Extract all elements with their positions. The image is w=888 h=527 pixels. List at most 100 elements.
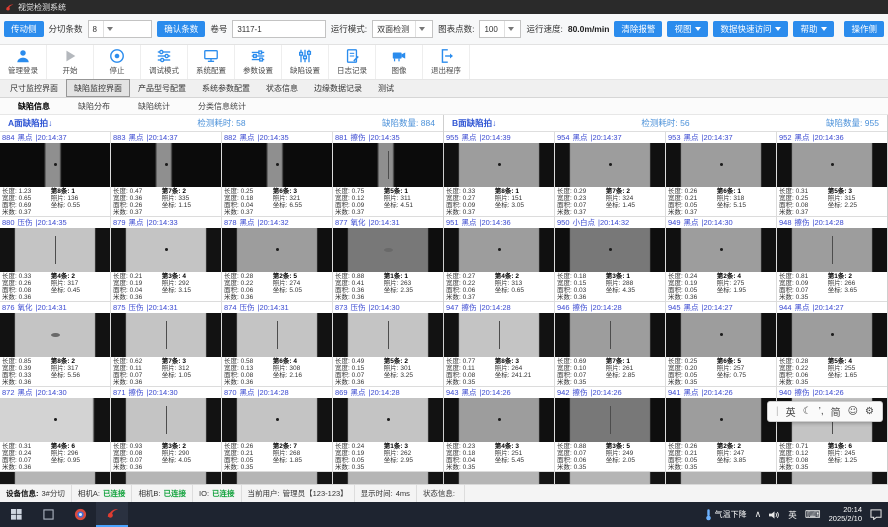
tab-6[interactable]: 测试 <box>370 79 402 97</box>
browser-taskbar-button[interactable] <box>64 502 96 527</box>
subtab-0[interactable]: 缺陷信息 <box>4 99 64 114</box>
action-exit-button[interactable]: 退出程序 <box>423 45 470 79</box>
notification-center-icon[interactable] <box>870 509 882 520</box>
quick-access-menu-button[interactable]: 数据快速访问 <box>713 21 788 38</box>
defect-cell[interactable]: 952黑点|20:14:36长度: 0.31宽度: 0.25面积: 0.08米数… <box>777 132 887 216</box>
ime-moon-icon[interactable]: ☾ <box>803 406 812 417</box>
defect-time: |20:14:31 <box>36 303 67 312</box>
subtab-2[interactable]: 缺陷统计 <box>124 99 184 114</box>
defect-cell[interactable]: 948擦伤|20:14:28长度: 0.81宽度: 0.09面积: 0.07米数… <box>777 217 887 301</box>
defect-cell[interactable]: 874压伤|20:14:31长度: 0.58宽度: 0.13面积: 0.08米数… <box>222 302 332 386</box>
defect-cell[interactable]: 884黑点|20:14:37长度: 1.23宽度: 0.65面积: 0.69米数… <box>0 132 110 216</box>
action-sliders-v-button[interactable]: 缺陷设置 <box>282 45 329 79</box>
defect-cell[interactable]: 875压伤|20:14:31长度: 0.62宽度: 0.11面积: 0.07米数… <box>111 302 221 386</box>
defect-cell[interactable]: 876氧化|20:14:31长度: 0.85宽度: 0.39面积: 0.33米数… <box>0 302 110 386</box>
defect-measurements: 长度: 0.62宽度: 0.11面积: 0.07米数: 0.36 <box>113 358 162 386</box>
tab-2[interactable]: 产品型号配置 <box>130 79 194 97</box>
volume-icon[interactable] <box>769 510 780 520</box>
defect-cell[interactable]: 878黑点|20:14:32长度: 0.28宽度: 0.22面积: 0.06米数… <box>222 217 332 301</box>
operator-side-button[interactable]: 操作侧 <box>844 21 884 38</box>
action-stop-button[interactable]: 停止 <box>94 45 141 79</box>
defect-cell[interactable]: 879黑点|20:14:33长度: 0.21宽度: 0.19面积: 0.04米数… <box>111 217 221 301</box>
roll-input[interactable]: 3117-1 <box>232 20 325 38</box>
inspection-app-taskbar-button[interactable] <box>96 502 128 527</box>
meter-line: 米数: 0.36 <box>113 464 162 471</box>
ime-punctuation-toggle[interactable]: ’, <box>819 406 824 417</box>
width-value: 0.18 <box>241 195 254 202</box>
action-log-button[interactable]: 日志记录 <box>329 45 376 79</box>
defect-cell[interactable]: 877氧化|20:14:31长度: 0.88宽度: 0.41面积: 0.36米数… <box>333 217 443 301</box>
defect-cell[interactable]: 881擦伤|20:14:35长度: 0.75宽度: 0.12面积: 0.09米数… <box>333 132 443 216</box>
chart-points-select[interactable]: 100 <box>479 20 521 38</box>
view-menu-button[interactable]: 视图 <box>667 21 708 38</box>
photo-line: 照片: 151 <box>495 195 552 202</box>
defect-type: 擦伤 <box>129 387 144 398</box>
defect-cell[interactable]: 946擦伤|20:14:28长度: 0.69宽度: 0.10面积: 0.07米数… <box>555 302 665 386</box>
ime-language-toggle[interactable]: 英 <box>786 404 796 419</box>
subtab-3[interactable]: 分类信息统计 <box>184 99 260 114</box>
clear-alarm-button[interactable]: 清除报警 <box>614 21 662 38</box>
area-line: 面积: 0.33 <box>2 372 51 379</box>
length-value: 0.77 <box>463 358 476 365</box>
defect-cell[interactable]: 951黑点|20:14:36长度: 0.27宽度: 0.22面积: 0.06米数… <box>444 217 554 301</box>
defect-cell[interactable]: 949黑点|20:14:30长度: 0.24宽度: 0.19面积: 0.05米数… <box>666 217 776 301</box>
tab-5[interactable]: 边缘数据记录 <box>306 79 370 97</box>
defect-cell[interactable]: 954黑点|20:14:37长度: 0.29宽度: 0.23面积: 0.07米数… <box>555 132 665 216</box>
action-camera-button[interactable]: 图像 <box>376 45 423 79</box>
defect-cell[interactable]: 950小白点|20:14:32长度: 0.18宽度: 0.15面积: 0.03米… <box>555 217 665 301</box>
defect-position: 第3条: 2照片: 290坐标: 4.05 <box>162 443 219 471</box>
defect-cell[interactable]: 873压伤|20:14:30长度: 0.49宽度: 0.15面积: 0.07米数… <box>333 302 443 386</box>
defect-cell[interactable]: 953黑点|20:14:37长度: 0.26宽度: 0.21面积: 0.05米数… <box>666 132 776 216</box>
app-logo-icon <box>5 3 14 12</box>
photo-label: 照片: <box>162 450 177 457</box>
defect-cell[interactable]: 883黑点|20:14:37长度: 0.47宽度: 0.36面积: 0.26米数… <box>111 132 221 216</box>
length-label: 长度: <box>446 273 461 280</box>
input-language-indicator[interactable]: 英 <box>788 509 797 521</box>
action-sliders-h-button[interactable]: 调试模式 <box>141 45 188 79</box>
coordinate-label: 坐标: <box>717 287 732 294</box>
defect-cell[interactable]: 870黑点|20:14:28长度: 0.26宽度: 0.21面积: 0.05米数… <box>222 387 332 471</box>
defect-cell[interactable]: 944黑点|20:14:27长度: 0.28宽度: 0.22面积: 0.06米数… <box>777 302 887 386</box>
photo-line: 照片: 324 <box>606 195 663 202</box>
defect-cell[interactable]: 869黑点|20:14:28长度: 0.24宽度: 0.19面积: 0.05米数… <box>333 387 443 471</box>
action-monitor-button[interactable]: 系统配置 <box>188 45 235 79</box>
weather-widget[interactable]: 气温下降 <box>705 508 747 521</box>
windows-start-button[interactable] <box>0 502 32 527</box>
defect-cell[interactable]: 947擦伤|20:14:28长度: 0.77宽度: 0.11面积: 0.08米数… <box>444 302 554 386</box>
action-sliders-h2-button[interactable]: 参数设置 <box>235 45 282 79</box>
defect-cell[interactable]: 872黑点|20:14:30长度: 0.31宽度: 0.24面积: 0.07米数… <box>0 387 110 471</box>
ime-settings-gear-icon[interactable]: ⚙ <box>865 406 874 417</box>
defect-cell[interactable]: 940擦伤|20:14:26长度: 0.71宽度: 0.12面积: 0.08米数… <box>777 387 887 471</box>
defect-cell[interactable]: 880压伤|20:14:35长度: 0.33宽度: 0.26面积: 0.08米数… <box>0 217 110 301</box>
tab-4[interactable]: 状态信息 <box>258 79 306 97</box>
tab-1[interactable]: 缺陷监控界面 <box>66 79 130 97</box>
defect-cell-header: 953黑点|20:14:37 <box>666 132 776 143</box>
defect-cell[interactable]: 871擦伤|20:14:30长度: 0.93宽度: 0.08面积: 0.07米数… <box>111 387 221 471</box>
tab-0[interactable]: 尺寸监控界面 <box>2 79 66 97</box>
ime-emoji-icon[interactable]: ☺ <box>848 406 858 417</box>
help-menu-button[interactable]: 帮助 <box>793 21 834 38</box>
tray-expand-icon[interactable]: ∧ <box>755 510 762 520</box>
tab-3[interactable]: 系统参数配置 <box>194 79 258 97</box>
task-view-button[interactable] <box>32 502 64 527</box>
action-play-button[interactable]: 开始 <box>47 45 94 79</box>
confirm-strip-button[interactable]: 确认条数 <box>157 21 205 38</box>
defect-cell[interactable]: 882黑点|20:14:35长度: 0.25宽度: 0.18面积: 0.04米数… <box>222 132 332 216</box>
defect-cell[interactable]: 945黑点|20:14:27长度: 0.25宽度: 0.20面积: 0.05米数… <box>666 302 776 386</box>
defect-info: 长度: 0.33宽度: 0.26面积: 0.08米数: 0.36第4条: 2照片… <box>0 272 110 301</box>
drive-side-button[interactable]: 传动侧 <box>4 21 44 38</box>
action-label: 开始 <box>63 65 78 76</box>
run-mode-select[interactable]: 双面检测 <box>372 20 433 38</box>
keyboard-icon[interactable]: ⌨ <box>805 508 821 521</box>
action-user-button[interactable]: 管理登录 <box>0 45 47 79</box>
ime-drag-handle[interactable]: | <box>776 406 779 417</box>
subtab-1[interactable]: 缺陷分布 <box>64 99 124 114</box>
ime-simplified-toggle[interactable]: 简 <box>831 404 841 419</box>
taskbar-clock[interactable]: 20:14 2025/2/10 <box>829 506 862 523</box>
strip-count-select[interactable]: 8 <box>88 20 153 38</box>
defect-cell[interactable]: 955黑点|20:14:39长度: 0.33宽度: 0.27面积: 0.09米数… <box>444 132 554 216</box>
defect-cell[interactable]: 942擦伤|20:14:26长度: 0.88宽度: 0.07面积: 0.06米数… <box>555 387 665 471</box>
defect-cell[interactable]: 943黑点|20:14:26长度: 0.23宽度: 0.18面积: 0.04米数… <box>444 387 554 471</box>
coordinate-value: 3.25 <box>400 372 413 379</box>
defect-cell[interactable]: 941黑点|20:14:26长度: 0.26宽度: 0.21面积: 0.05米数… <box>666 387 776 471</box>
